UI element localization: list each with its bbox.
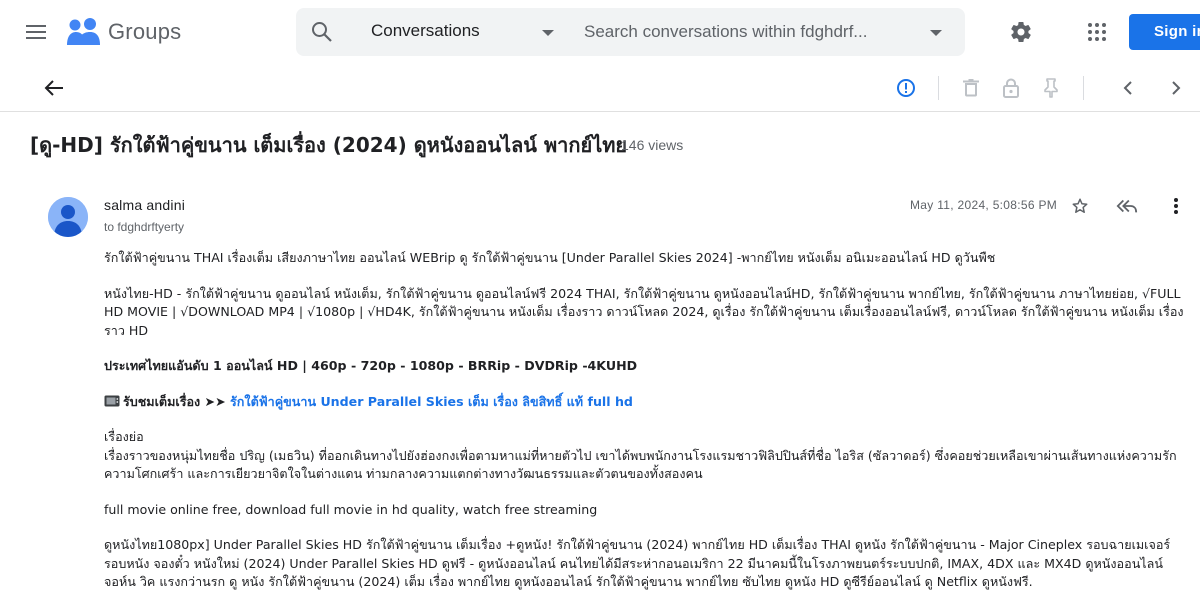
message-paragraph: เรื่องราวของหนุ่มไทยชื่อ ปริญ (เมธวิน) ท…: [104, 447, 1177, 482]
google-apps-button[interactable]: [1083, 18, 1111, 46]
synopsis-heading: เรื่องย่อ: [104, 429, 144, 444]
more-vertical-icon: [1174, 198, 1178, 214]
message-body: รักใต้ฟ้าคู่ขนาน THAI เรื่องเต็ม เสียงภา…: [104, 249, 1184, 600]
search-bar: Conversations: [296, 8, 965, 56]
message-paragraph: full movie online free, download full mo…: [104, 501, 598, 517]
message-date: May 11, 2024, 5:08:56 PM: [910, 198, 1058, 212]
star-button[interactable]: [1069, 195, 1091, 217]
reply-all-button[interactable]: [1116, 195, 1138, 217]
search-scope-dropdown[interactable]: Conversations: [371, 21, 480, 41]
lock-button[interactable]: [999, 76, 1023, 100]
view-count: 146 views: [621, 137, 684, 153]
watch-movie-link[interactable]: รักใต้ฟ้าคู่ขนาน Under Parallel Skies เต…: [230, 394, 633, 409]
star-outline-icon: [1072, 198, 1088, 213]
message-recipient: to fdghdrftyerty: [104, 220, 185, 234]
thread-title: [ดู-HD] รักใต้ฟ้าคู่ขนาน เต็มเรื่อง (202…: [30, 133, 628, 157]
message-paragraph: รักใต้ฟ้าคู่ขนาน THAI เรื่องเต็ม เสียงภา…: [104, 250, 996, 265]
back-button[interactable]: [42, 76, 66, 100]
trash-icon: [963, 79, 979, 97]
search-icon[interactable]: [310, 20, 334, 44]
groups-logo[interactable]: Groups: [66, 17, 181, 47]
default-avatar-person-icon: [48, 197, 88, 237]
television-icon: [104, 395, 120, 406]
search-input[interactable]: [584, 18, 904, 46]
next-conversation-button[interactable]: [1164, 76, 1188, 100]
search-options-chevron-icon[interactable]: [928, 28, 944, 38]
watch-link-prefix: รับชมเต็มเรื่อง ➤➤: [123, 393, 231, 409]
toolbar-divider: [938, 76, 939, 100]
arrow-left-icon: [44, 80, 63, 96]
message-paragraph: ประเทศไทยแอันดับ 1 ออนไลน์ HD | 460p - 7…: [104, 358, 638, 373]
message-author[interactable]: salma andini: [104, 197, 185, 213]
gear-icon: [1011, 22, 1031, 43]
reply-all-icon: [1116, 199, 1138, 213]
message-paragraph: หนังไทย-HD - รักใต้ฟ้าคู่ขนาน ดูออนไลน์ …: [104, 285, 1184, 338]
top-app-bar: Groups Conversations Sign in: [0, 0, 1200, 64]
pin-icon: [1044, 78, 1058, 98]
main-menu-button[interactable]: [20, 16, 52, 48]
previous-conversation-button[interactable]: [1116, 76, 1140, 100]
grid-apps-icon: [1088, 23, 1106, 41]
toolbar-divider: [1083, 76, 1084, 100]
message-paragraph: ดูหนังไทย1080px] Under Parallel Skies HD…: [104, 537, 1171, 589]
settings-button[interactable]: [1006, 17, 1036, 47]
lock-icon: [1003, 78, 1019, 98]
avatar[interactable]: [48, 197, 88, 237]
sign-in-button[interactable]: Sign in: [1129, 14, 1200, 50]
hamburger-menu-icon: [26, 25, 46, 39]
conversation-toolbar: [0, 64, 1200, 112]
pin-button[interactable]: [1039, 76, 1063, 100]
watch-link-paragraph: รับชมเต็มเรื่อง ➤➤ รักใต้ฟ้าคู่ขนาน Unde…: [104, 393, 1184, 412]
chevron-left-icon: [1123, 81, 1132, 95]
chevron-down-icon[interactable]: [540, 28, 556, 38]
more-options-button[interactable]: [1165, 195, 1187, 217]
delete-button[interactable]: [959, 76, 983, 100]
info-button[interactable]: [894, 76, 918, 100]
groups-people-icon: [67, 18, 100, 45]
chevron-right-icon: [1172, 81, 1181, 95]
info-circle-icon: [897, 79, 915, 97]
app-name: Groups: [108, 19, 182, 44]
